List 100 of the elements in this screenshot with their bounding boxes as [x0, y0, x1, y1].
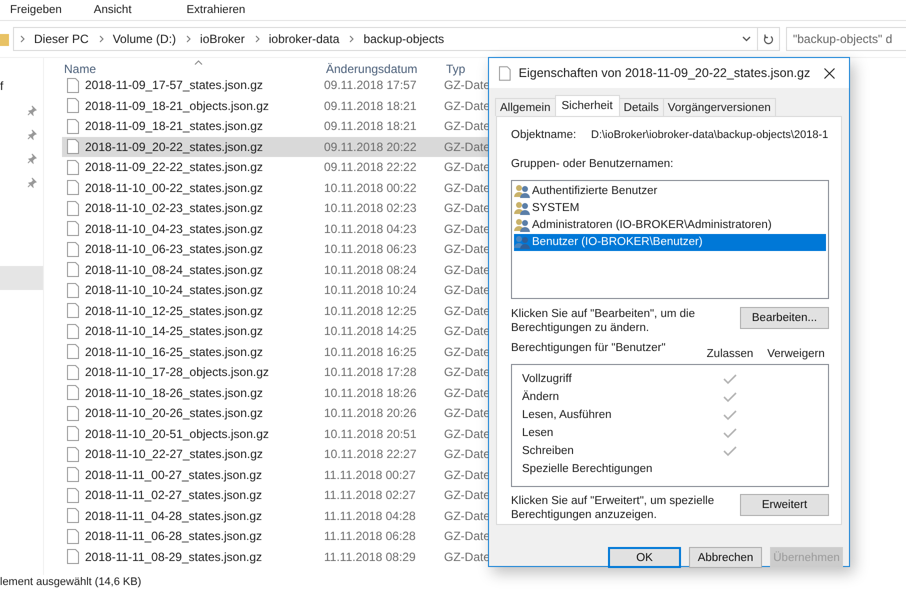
refresh-icon [763, 33, 774, 45]
breadcrumb-item[interactable]: Volume (D:) [112, 32, 176, 46]
file-row[interactable]: 2018-11-10_08-24_states.json.gz 10.11.2018 08:24 GZ-Date [62, 260, 497, 280]
file-name: 2018-11-11_06-28_states.json.gz [85, 529, 264, 544]
file-row[interactable]: 2018-11-10_18-26_states.json.gz 10.11.2018 18:26 GZ-Date [62, 382, 497, 403]
file-icon [67, 549, 79, 564]
file-row[interactable]: 2018-11-09_22-22_states.json.gz 09.11.2018 22:22 GZ-Date [62, 157, 497, 178]
file-row[interactable]: 2018-11-11_06-28_states.json.gz 11.11.2018 06:28 GZ-Date [62, 526, 497, 546]
file-icon [67, 488, 79, 503]
permission-label: Spezielle Berechtigungen [522, 463, 654, 476]
file-type: GZ-Date [444, 468, 490, 482]
file-type: GZ-Date [444, 447, 490, 462]
file-row[interactable]: 2018-11-10_16-25_states.json.gz 10.11.2018 16:25 GZ-Date [62, 342, 497, 362]
address-bar[interactable]: Dieser PC Volume (D:) ioBroker iobroker-data backup-objects [13, 27, 758, 51]
file-name: 2018-11-11_00-27_states.json.gz [85, 468, 264, 482]
file-icon [67, 344, 79, 360]
file-name: 2018-11-11_04-28_states.json.gz [85, 508, 264, 523]
edit-button[interactable]: Bearbeiten... [740, 306, 829, 329]
breadcrumb-item[interactable]: ioBroker [200, 32, 245, 46]
users-icon [514, 218, 530, 232]
modified-date: 10.11.2018 20:26 [324, 406, 418, 420]
file-row[interactable]: 2018-11-10_20-51_objects.json.gz 10.11.2018 20:51 GZ-Date [62, 424, 497, 444]
modified-date: 10.11.2018 06:23 [324, 242, 418, 256]
search-field[interactable]: "backup-objects" d [786, 27, 906, 51]
file-name: 2018-11-10_20-26_states.json.gz [85, 406, 264, 420]
modified-date: 10.11.2018 20:51 [324, 426, 418, 441]
file-row[interactable]: 2018-11-10_20-26_states.json.gz 10.11.2018 20:26 GZ-Date [62, 403, 497, 424]
breadcrumb-item[interactable]: iobroker-data [268, 32, 340, 46]
tab[interactable]: Sicherheit [554, 95, 620, 116]
file-icon [67, 282, 79, 298]
file-name: 2018-11-09_18-21_objects.json.gz [85, 98, 270, 113]
column-header[interactable]: Änderungsdatum [326, 62, 446, 76]
tab[interactable]: Allgemein [495, 98, 556, 116]
column-header[interactable]: Name [62, 62, 326, 76]
file-row[interactable]: 2018-11-09_18-21_states.json.gz 09.11.2018 18:21 GZ-Date [62, 116, 497, 136]
file-row[interactable]: 2018-11-09_17-57_states.json.gz 09.11.2018 17:57 GZ-Date [62, 75, 497, 96]
list-item[interactable]: Benutzer (IO-BROKER\Benutzer) [514, 234, 826, 251]
modified-date: 11.11.2018 06:28 [324, 529, 417, 544]
file-type: GZ-Date [444, 529, 490, 544]
breadcrumb-item[interactable]: backup-objects [363, 32, 444, 46]
file-type: GZ-Date [444, 283, 490, 298]
advanced-button[interactable]: Erweitert [740, 494, 829, 516]
file-row[interactable]: 2018-11-09_18-21_objects.json.gz 09.11.2018 18:21 GZ-Date [62, 96, 497, 116]
chevron-icon [20, 35, 26, 43]
modified-date: 09.11.2018 18:21 [324, 98, 418, 113]
file-type: GZ-Date [444, 180, 490, 195]
object-name-label: Objektname: [511, 128, 578, 141]
file-type: GZ-Date [444, 365, 490, 380]
file-name: 2018-11-09_18-21_states.json.gz [85, 119, 264, 134]
file-row[interactable]: 2018-11-11_04-28_states.json.gz 11.11.2018 04:28 GZ-Date [62, 506, 497, 526]
file-name: 2018-11-10_22-27_states.json.gz [85, 447, 264, 462]
refresh-button[interactable] [758, 27, 780, 51]
file-type: GZ-Date [444, 508, 490, 523]
file-row[interactable]: 2018-11-11_00-27_states.json.gz 11.11.2018 00:27 GZ-Date [62, 464, 497, 485]
tab[interactable]: Vorgängerversionen [662, 98, 776, 116]
nav-item[interactable]: f [0, 74, 43, 98]
list-item[interactable]: Authentifizierte Benutzer [514, 182, 826, 200]
file-row[interactable]: 2018-11-10_14-25_states.json.gz 10.11.2018 14:25 GZ-Date [62, 321, 497, 342]
object-name-value: D:\ioBroker\iobroker-data\backup-objects\2018-1 [591, 128, 828, 141]
file-row[interactable]: 2018-11-11_08-29_states.json.gz 11.11.2018 08:29 GZ-Date [62, 546, 497, 567]
close-icon [824, 68, 836, 78]
column-header[interactable]: Typ [446, 62, 466, 76]
permissions-label: Berechtigungen für "Benutzer" [511, 342, 667, 356]
file-icon [67, 385, 79, 400]
breadcrumb-item[interactable]: Dieser PC [34, 32, 89, 46]
file-row[interactable]: 2018-11-10_17-28_objects.json.gz 10.11.2018 17:28 GZ-Date [62, 362, 497, 382]
file-icon [67, 98, 79, 114]
file-row[interactable]: 2018-11-10_02-23_states.json.gz 10.11.2018 02:23 GZ-Date [62, 198, 497, 218]
file-row[interactable]: 2018-11-10_10-24_states.json.gz 10.11.2018 10:24 GZ-Date [62, 280, 497, 300]
file-type: GZ-Date [444, 304, 490, 318]
ribbon-tab[interactable]: Extrahieren [186, 4, 246, 16]
file-row[interactable]: 2018-11-10_00-22_states.json.gz 10.11.2018 00:22 GZ-Date [62, 178, 497, 198]
list-item[interactable]: SYSTEM [514, 200, 826, 217]
modified-date: 10.11.2018 10:24 [324, 283, 418, 298]
file-type: GZ-Date [444, 140, 490, 154]
file-type: GZ-Date [444, 324, 490, 338]
file-type: GZ-Date [444, 406, 490, 420]
file-row[interactable]: 2018-11-11_02-27_states.json.gz 11.11.2018 02:27 GZ-Date [62, 485, 497, 506]
advanced-hint: Klicken Sie auf "Erweitert", um spezielle Berechtigungen anzuzeigen. [511, 494, 716, 524]
file-row[interactable]: 2018-11-10_12-25_states.json.gz 10.11.2018 12:25 GZ-Date [62, 300, 497, 321]
permission-label: Vollzugriff [522, 373, 573, 386]
chevron-icon [254, 35, 261, 43]
ribbon-tab[interactable]: Ansicht [94, 4, 132, 16]
file-icon [67, 262, 79, 278]
file-icon [67, 200, 79, 216]
file-name: 2018-11-10_02-23_states.json.gz [85, 201, 264, 216]
dropdown-icon[interactable] [742, 36, 751, 42]
dialog-button[interactable]: Abbrechen [689, 547, 762, 568]
file-row[interactable]: 2018-11-10_22-27_states.json.gz 10.11.2018 22:27 GZ-Date [62, 444, 497, 464]
ribbon-tab[interactable]: Freigeben [10, 4, 62, 16]
file-row[interactable]: 2018-11-10_06-23_states.json.gz 10.11.2018 06:23 GZ-Date [62, 239, 497, 260]
file-name: 2018-11-10_14-25_states.json.gz [85, 324, 264, 338]
dialog-button[interactable]: OK [608, 547, 681, 568]
list-item[interactable]: Administratoren (IO-BROKER\Administratoren) [514, 216, 826, 234]
file-row[interactable]: 2018-11-10_04-23_states.json.gz 10.11.2018 04:23 GZ-Date [62, 218, 497, 239]
file-type: GZ-Date [444, 201, 490, 216]
file-type: GZ-Date [444, 344, 490, 359]
file-name: 2018-11-09_22-22_states.json.gz [85, 160, 264, 174]
modified-date: 09.11.2018 22:22 [324, 160, 418, 174]
modified-date: 10.11.2018 12:25 [324, 304, 418, 318]
